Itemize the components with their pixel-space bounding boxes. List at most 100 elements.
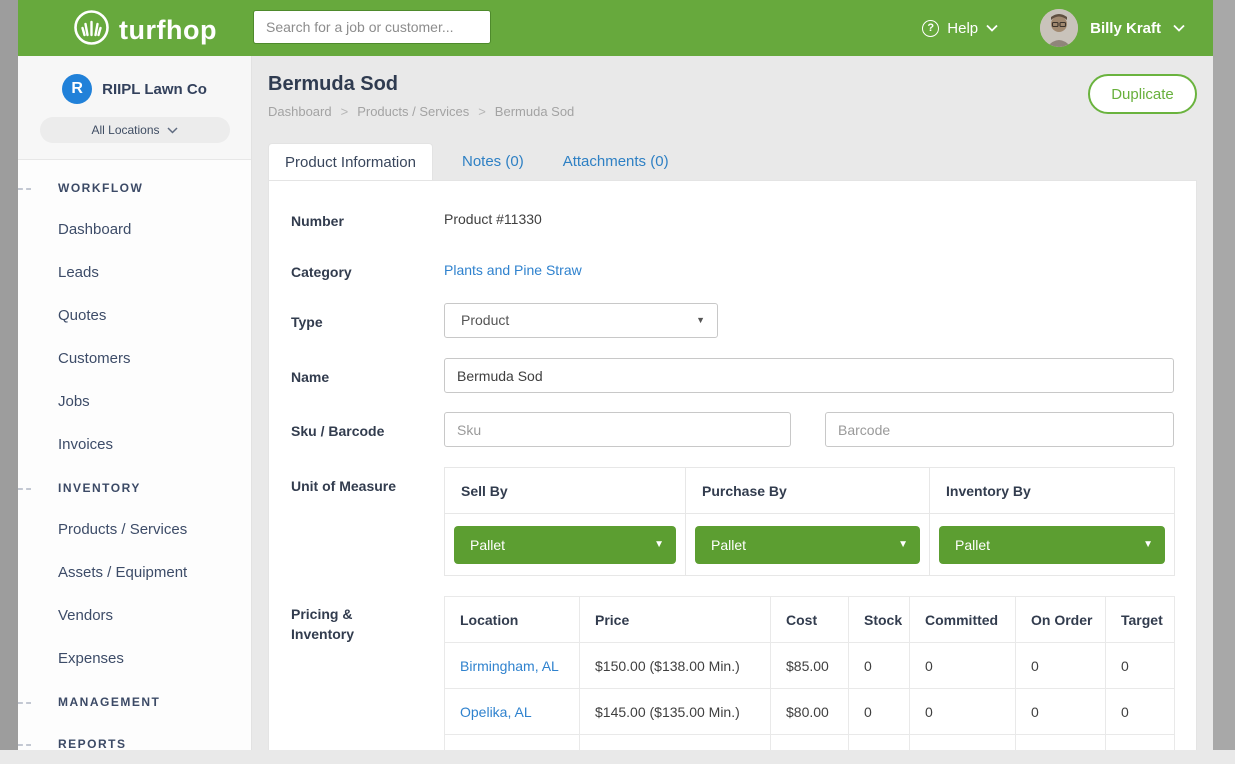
chevron-down-icon[interactable] (1173, 19, 1185, 37)
stock-cell (849, 735, 910, 751)
type-select-value: Product (461, 312, 509, 328)
location-filter-dropdown[interactable]: All Locations (40, 117, 230, 143)
price-cell: $145.00 ($135.00 Min.) (580, 735, 771, 751)
window-edge-left (0, 0, 18, 750)
col-on-order: On Order (1016, 597, 1106, 643)
col-location: Location (445, 597, 580, 643)
price-cell: $145.00 ($135.00 Min.) (580, 689, 771, 735)
caret-down-icon: ▼ (696, 304, 705, 337)
committed-cell (910, 735, 1016, 751)
target-cell (1106, 735, 1175, 751)
name-input[interactable] (444, 358, 1174, 393)
on-order-cell: 0 (1016, 689, 1106, 735)
on-order-cell (1016, 735, 1106, 751)
table-row: Birmingham, AL $150.00 ($138.00 Min.) $8… (445, 643, 1175, 689)
tab-attachments[interactable]: Attachments (0) (553, 143, 679, 180)
nav-section-workflow: WORKFLOW (18, 166, 251, 208)
location-link[interactable]: Opelika, AL (460, 704, 532, 720)
sidebar-item-quotes[interactable]: Quotes (18, 294, 251, 337)
unit-of-measure-label: Unit of Measure (291, 476, 396, 496)
nav-section-inventory: INVENTORY (18, 466, 251, 508)
number-value: Product #11330 (444, 211, 542, 227)
breadcrumb-separator: > (478, 104, 486, 119)
nav-section-management[interactable]: MANAGEMENT (18, 680, 251, 722)
price-cell: $150.00 ($138.00 Min.) (580, 643, 771, 689)
duplicate-button[interactable]: Duplicate (1088, 74, 1197, 114)
tab-notes[interactable]: Notes (0) (452, 143, 534, 180)
caret-down-icon: ▼ (654, 526, 664, 564)
tab-bar: Product Information Notes (0) Attachment… (268, 143, 679, 180)
sku-barcode-label: Sku / Barcode (291, 421, 384, 441)
brand-name: turfhop (119, 15, 217, 46)
location-link[interactable]: Birmingham, AL (460, 658, 559, 674)
top-navbar: turfhop ? Help Billy Kraft (18, 0, 1213, 56)
uom-header-inventory-by: Inventory By (930, 468, 1175, 514)
sidebar-nav: WORKFLOW Dashboard Leads Quotes Customer… (18, 160, 251, 764)
committed-cell: 0 (910, 689, 1016, 735)
inventory-by-dropdown[interactable]: Pallet ▼ (939, 526, 1165, 564)
uom-header-sell-by: Sell By (445, 468, 686, 514)
sidebar-item-dashboard[interactable]: Dashboard (18, 208, 251, 251)
cost-cell: $80.00 (771, 735, 849, 751)
on-order-cell: 0 (1016, 643, 1106, 689)
sidebar-item-jobs[interactable]: Jobs (18, 380, 251, 423)
category-link[interactable]: Plants and Pine Straw (444, 262, 582, 278)
unit-of-measure-table: Sell By Purchase By Inventory By Pallet … (444, 467, 1175, 576)
pricing-inventory-table: Location Price Cost Stock Committed On O… (444, 596, 1175, 750)
help-label: Help (947, 20, 978, 37)
help-icon: ? (922, 20, 939, 37)
sku-input[interactable] (444, 412, 791, 447)
type-label: Type (291, 312, 323, 332)
breadcrumb-current: Bermuda Sod (495, 104, 575, 119)
sidebar-item-products-services[interactable]: Products / Services (18, 508, 251, 551)
chevron-down-icon (167, 123, 178, 137)
sidebar-company-panel: R RIIPL Lawn Co All Locations (18, 56, 251, 160)
sidebar-item-customers[interactable]: Customers (18, 337, 251, 380)
caret-down-icon: ▼ (1143, 526, 1153, 564)
type-select[interactable]: Product ▼ (444, 303, 718, 338)
col-price: Price (580, 597, 771, 643)
target-cell: 0 (1106, 689, 1175, 735)
sell-by-dropdown[interactable]: Pallet ▼ (454, 526, 676, 564)
company-logo-icon: R (62, 74, 92, 104)
help-menu[interactable]: ? Help (922, 19, 998, 37)
uom-header-purchase-by: Purchase By (686, 468, 930, 514)
number-label: Number (291, 211, 344, 231)
stock-cell: 0 (849, 643, 910, 689)
name-label: Name (291, 367, 329, 387)
sidebar-item-expenses[interactable]: Expenses (18, 637, 251, 680)
tab-product-information[interactable]: Product Information (268, 143, 433, 180)
category-label: Category (291, 262, 352, 282)
breadcrumb-dashboard[interactable]: Dashboard (268, 104, 332, 119)
target-cell: 0 (1106, 643, 1175, 689)
main-content: Bermuda Sod Dashboard > Products / Servi… (252, 56, 1213, 750)
purchase-by-value: Pallet (711, 537, 746, 553)
committed-cell: 0 (910, 643, 1016, 689)
product-information-panel: Number Product #11330 Category Plants an… (268, 180, 1197, 750)
turfhop-grass-icon (73, 9, 110, 51)
turfhop-logo[interactable]: turfhop (73, 9, 217, 51)
user-avatar[interactable] (1040, 9, 1078, 47)
location-filter-label: All Locations (91, 123, 159, 137)
col-cost: Cost (771, 597, 849, 643)
user-name[interactable]: Billy Kraft (1090, 20, 1161, 37)
cost-cell: $80.00 (771, 689, 849, 735)
breadcrumb-separator: > (341, 104, 349, 119)
stock-cell: 0 (849, 689, 910, 735)
nav-section-reports[interactable]: REPORTS (18, 722, 251, 764)
window-scrollbar[interactable] (1213, 0, 1235, 750)
sidebar-item-invoices[interactable]: Invoices (18, 423, 251, 466)
purchase-by-dropdown[interactable]: Pallet ▼ (695, 526, 920, 564)
sidebar-item-vendors[interactable]: Vendors (18, 594, 251, 637)
breadcrumb-products-services[interactable]: Products / Services (357, 104, 469, 119)
sidebar-item-assets-equipment[interactable]: Assets / Equipment (18, 551, 251, 594)
table-row-partial: $145.00 ($135.00 Min.) $80.00 (445, 735, 1175, 751)
search-input[interactable] (253, 10, 491, 44)
page-title: Bermuda Sod (268, 73, 398, 96)
pricing-inventory-label: Pricing & Inventory (291, 604, 354, 644)
breadcrumb: Dashboard > Products / Services > Bermud… (268, 104, 574, 119)
col-committed: Committed (910, 597, 1016, 643)
inventory-by-value: Pallet (955, 537, 990, 553)
barcode-input[interactable] (825, 412, 1174, 447)
sidebar-item-leads[interactable]: Leads (18, 251, 251, 294)
